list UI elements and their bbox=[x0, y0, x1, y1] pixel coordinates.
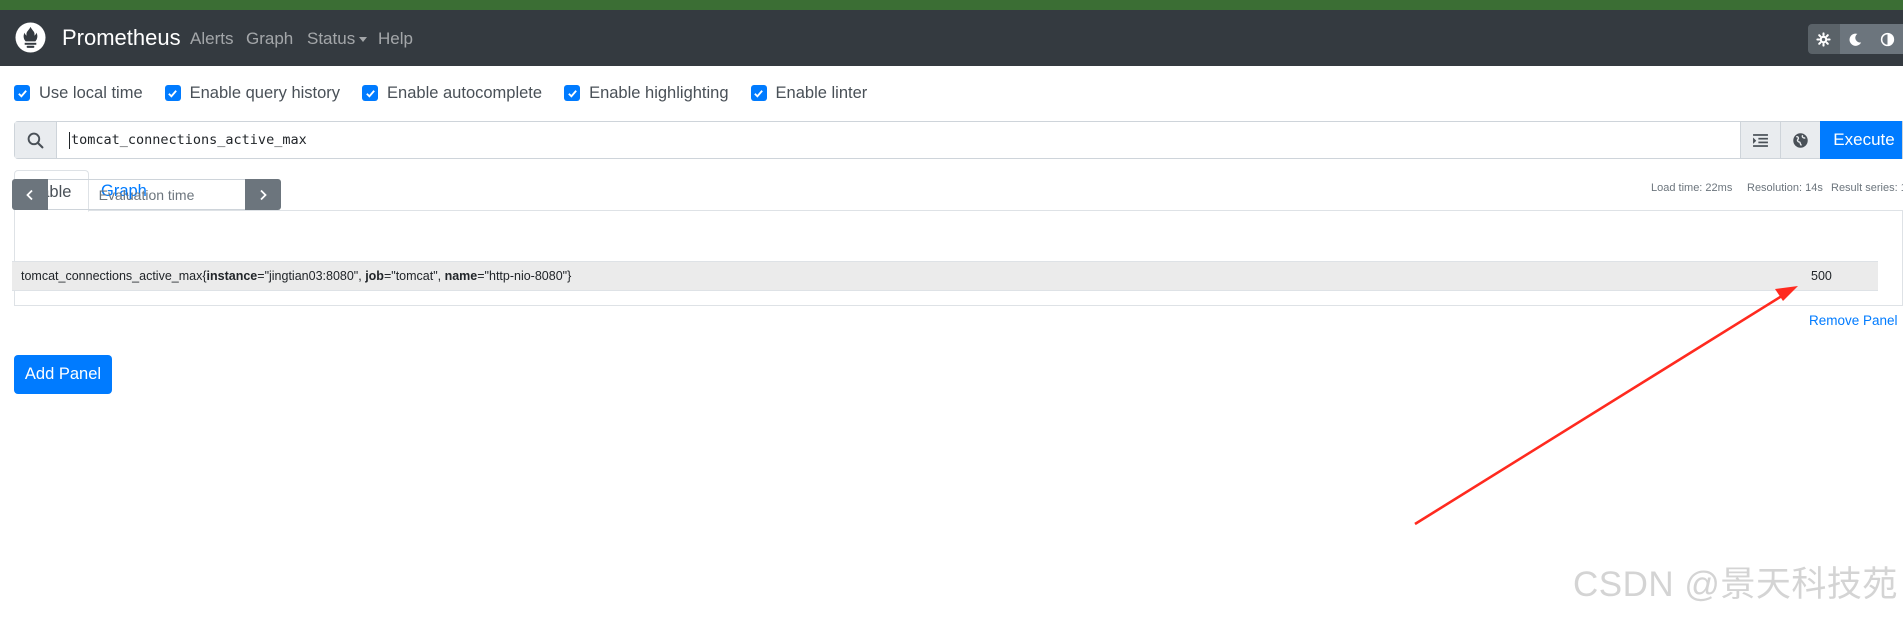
label-close-brace: } bbox=[567, 269, 572, 283]
chevron-right-icon bbox=[260, 189, 267, 200]
search-icon-addon bbox=[15, 122, 57, 158]
prometheus-logo-icon[interactable] bbox=[15, 22, 46, 53]
option-label: Enable highlighting bbox=[589, 84, 729, 102]
checkbox-checked-icon[interactable] bbox=[164, 85, 181, 101]
csdn-watermark: CSDN @景天科技苑 bbox=[1573, 565, 1898, 604]
table-row: tomcat_connections_active_max{instance="… bbox=[12, 261, 1878, 291]
format-indent-icon bbox=[1753, 133, 1768, 147]
checkbox-checked-icon[interactable] bbox=[362, 85, 379, 101]
label-key: name bbox=[444, 269, 478, 283]
option-label: Enable linter bbox=[775, 84, 868, 102]
series-label: tomcat_connections_active_max{instance="… bbox=[21, 262, 571, 291]
expression-text: tomcat_connections_active_max bbox=[71, 132, 307, 148]
label-value: ="http-nio-8080" bbox=[477, 269, 568, 283]
search-icon bbox=[27, 132, 44, 148]
option-enable-linter[interactable]: Enable linter bbox=[750, 83, 868, 103]
top-strip bbox=[0, 0, 1903, 10]
label-value: ="tomcat" bbox=[383, 269, 438, 283]
option-enable-query-history[interactable]: Enable query history bbox=[164, 83, 341, 103]
checkbox-checked-icon[interactable] bbox=[750, 85, 767, 101]
nav-graph[interactable]: Graph bbox=[246, 29, 293, 49]
option-label: Enable query history bbox=[189, 84, 341, 102]
globe-icon bbox=[1793, 132, 1808, 148]
brand-title[interactable]: Prometheus bbox=[62, 25, 181, 51]
option-enable-autocomplete[interactable]: Enable autocomplete bbox=[362, 83, 542, 103]
label-key: job bbox=[365, 269, 384, 283]
chevron-left-icon bbox=[26, 189, 33, 200]
contrast-icon bbox=[1880, 32, 1894, 46]
theme-switcher bbox=[1808, 24, 1903, 54]
evaluation-time-picker: Evaluation time bbox=[12, 179, 281, 210]
light-theme-button[interactable] bbox=[1808, 24, 1840, 54]
stat-resolution: Resolution: 14s bbox=[1747, 182, 1823, 194]
nav-status-label: Status bbox=[307, 29, 356, 48]
nav-help[interactable]: Help bbox=[378, 29, 413, 49]
metrics-explorer-button[interactable] bbox=[1780, 122, 1820, 158]
nav-status[interactable]: Status bbox=[307, 29, 368, 49]
option-use-local-time[interactable]: Use local time bbox=[14, 83, 143, 103]
label-value: ="jingtian03:8080" bbox=[257, 269, 359, 283]
stat-result-series: Result series: 1 bbox=[1831, 182, 1903, 194]
option-label: Use local time bbox=[39, 84, 143, 102]
result-value: 500 bbox=[1811, 269, 1832, 283]
dark-theme-button[interactable] bbox=[1839, 24, 1872, 54]
chevron-down-icon bbox=[359, 37, 368, 43]
table-tab-content bbox=[14, 211, 1903, 306]
auto-theme-button[interactable] bbox=[1871, 24, 1903, 54]
option-label: Enable autocomplete bbox=[387, 84, 543, 102]
previous-time-button[interactable] bbox=[12, 179, 48, 210]
next-time-button[interactable] bbox=[245, 179, 281, 210]
checkbox-checked-icon[interactable] bbox=[14, 85, 30, 101]
expression-bar: tomcat_connections_active_max Execute bbox=[14, 121, 1903, 159]
text-cursor bbox=[69, 131, 70, 149]
moon-icon bbox=[1849, 33, 1862, 46]
label-key: instance bbox=[206, 269, 258, 283]
evaluation-time-input[interactable]: Evaluation time bbox=[48, 179, 245, 210]
sun-gear-icon bbox=[1816, 31, 1831, 47]
remove-panel-link[interactable]: Remove Panel bbox=[1809, 312, 1898, 330]
execute-button[interactable]: Execute bbox=[1820, 121, 1902, 159]
navbar: Prometheus Alerts Graph Status Help bbox=[0, 10, 1903, 66]
annotation-arrow-shaft bbox=[1414, 292, 1786, 526]
nav-alerts[interactable]: Alerts bbox=[190, 29, 233, 49]
metric-name: tomcat_connections_active_max bbox=[21, 269, 203, 283]
format-expression-button[interactable] bbox=[1740, 122, 1780, 158]
checkbox-checked-icon[interactable] bbox=[564, 85, 581, 101]
expression-input[interactable]: tomcat_connections_active_max bbox=[57, 122, 1740, 158]
label-separator: , bbox=[437, 269, 445, 283]
stat-load-time: Load time: 22ms bbox=[1651, 182, 1733, 194]
panel-tabs: Table Graph Load time: 22ms Resolution: … bbox=[14, 170, 1903, 212]
add-panel-button[interactable]: Add Panel bbox=[14, 355, 112, 394]
query-options: Use local time Enable query history Enab… bbox=[14, 83, 889, 103]
option-enable-highlighting[interactable]: Enable highlighting bbox=[564, 83, 729, 103]
